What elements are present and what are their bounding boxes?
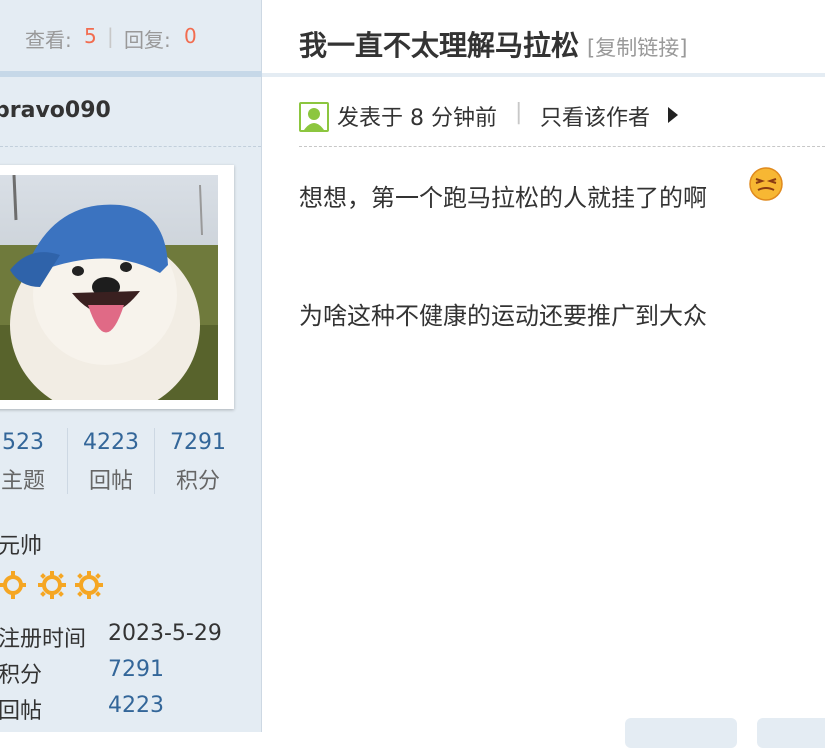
rank-star-icon (0, 571, 26, 599)
views-count: 5 (84, 24, 97, 48)
info-value-link[interactable]: 4223 (108, 693, 164, 718)
header-band (262, 73, 825, 77)
author-username[interactable]: bravo090 (0, 98, 111, 123)
user-online-icon (299, 102, 329, 132)
rank-star-icon (38, 571, 66, 599)
replies-total-label: 回帖 (88, 469, 133, 494)
topics-label: 主题 (0, 469, 45, 494)
avatar[interactable] (0, 175, 218, 400)
info-key: 回帖 (0, 699, 43, 724)
page-title: 我一直不太理解马拉松 (299, 29, 580, 62)
topics-stat[interactable]: 523 主题 (0, 430, 66, 495)
thread-stats: 查看: 5 | 回复: 0 (0, 0, 261, 72)
dizzy-face-emoji-icon (749, 167, 783, 201)
divider (0, 146, 261, 147)
points-count: 7291 (170, 430, 226, 455)
sidebar-band (0, 71, 262, 77)
caret-right-icon[interactable] (667, 106, 679, 124)
info-key: 注册时间 (0, 627, 87, 652)
info-key: 积分 (0, 663, 43, 688)
info-value-link[interactable]: 7291 (108, 657, 164, 682)
author-sidebar: 查看: 5 | 回复: 0 bravo090 523 主题 4223 回帖 72… (0, 0, 262, 732)
meta-separator: | (515, 100, 523, 125)
action-button[interactable] (757, 718, 825, 748)
topics-count: 523 (2, 430, 44, 455)
post-paragraph: 为啥这种不健康的运动还要推广到大众 (299, 302, 707, 330)
rank-star-icon (75, 571, 103, 599)
replies-stat[interactable]: 4223 回帖 (68, 430, 154, 495)
replies-label: 回复: (124, 28, 171, 52)
info-value: 2023-5-29 (108, 621, 222, 646)
divider (299, 146, 825, 147)
avatar-frame (0, 165, 234, 409)
replies-count: 0 (184, 24, 197, 48)
post-time: 发表于 8 分钟前 (337, 106, 497, 131)
views-label: 查看: (25, 28, 72, 52)
points-label: 积分 (175, 469, 220, 494)
only-author-link[interactable]: 只看该作者 (540, 100, 650, 132)
post-paragraph: 想想，第一个跑马拉松的人就挂了的啊 (299, 184, 707, 212)
user-rank: 元帅 (0, 534, 43, 559)
points-stat[interactable]: 7291 积分 (155, 430, 241, 495)
action-button[interactable] (625, 718, 737, 748)
stats-separator: | (107, 24, 114, 48)
replies-total: 4223 (83, 430, 139, 455)
copy-link-button[interactable]: [复制链接] (587, 36, 687, 60)
thread-title-row: 我一直不太理解马拉松 [复制链接] (299, 24, 687, 64)
